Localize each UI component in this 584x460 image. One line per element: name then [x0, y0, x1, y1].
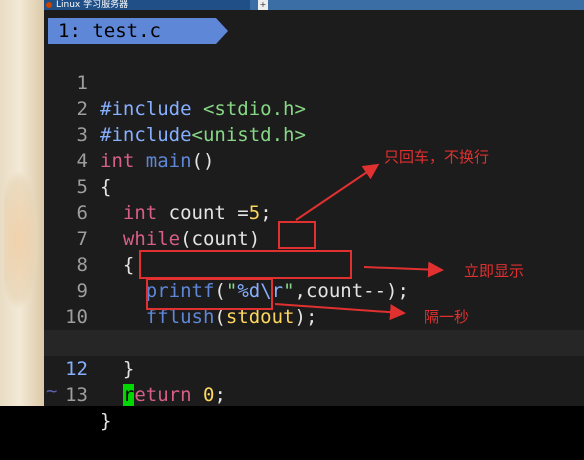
wallpaper-art [4, 170, 40, 310]
line-text: } [100, 410, 112, 432]
code-line: 3 int main() [44, 96, 584, 172]
buffer-tab-separator [216, 18, 228, 44]
new-tab-button[interactable]: + [258, 0, 268, 10]
code-line: 4 { [44, 122, 584, 198]
annotation-carriage-return: 只回车，不换行 [384, 148, 490, 166]
code-line: 6 while(count) [44, 174, 584, 250]
highlight-box-fflush [139, 250, 352, 279]
terminal-tab-icon [46, 2, 52, 8]
annotation-sleep: 隔一秒 [424, 308, 470, 326]
code-line: 13 } [44, 356, 584, 432]
vim-tabline: 1: test.c [44, 18, 584, 44]
terminal-tab-label: Linux 学习服务器 [56, 0, 129, 10]
code-line: 2 #include<unistd.h> [44, 70, 584, 146]
annotation-flush: 立即显示 [464, 262, 525, 280]
code-line-current: 12 return 0; [44, 330, 584, 406]
text-cursor: r [122, 384, 135, 406]
empty-line-marker: ~ [46, 380, 58, 402]
desktop-background [0, 0, 44, 406]
highlight-box-carriage-return [278, 221, 316, 249]
highlight-box-sleep [146, 278, 273, 310]
code-line: 11 } [44, 304, 584, 380]
vim-editor[interactable]: 1: test.c 1 #include <stdio.h> 2 #includ… [44, 10, 584, 432]
code-area[interactable]: 1 #include <stdio.h> 2 #include<unistd.h… [44, 44, 584, 432]
code-line: 5 int count =5; [44, 148, 584, 224]
terminal-titlebar: Linux 学习服务器 + [44, 0, 584, 10]
code-line: 10 sleep(1); [44, 278, 584, 354]
buffer-tab[interactable]: 1: test.c [48, 18, 216, 44]
terminal-tab[interactable]: Linux 学习服务器 [44, 0, 250, 10]
line-text: return 0; [122, 384, 226, 406]
code-line: 1 #include <stdio.h> [44, 44, 584, 120]
